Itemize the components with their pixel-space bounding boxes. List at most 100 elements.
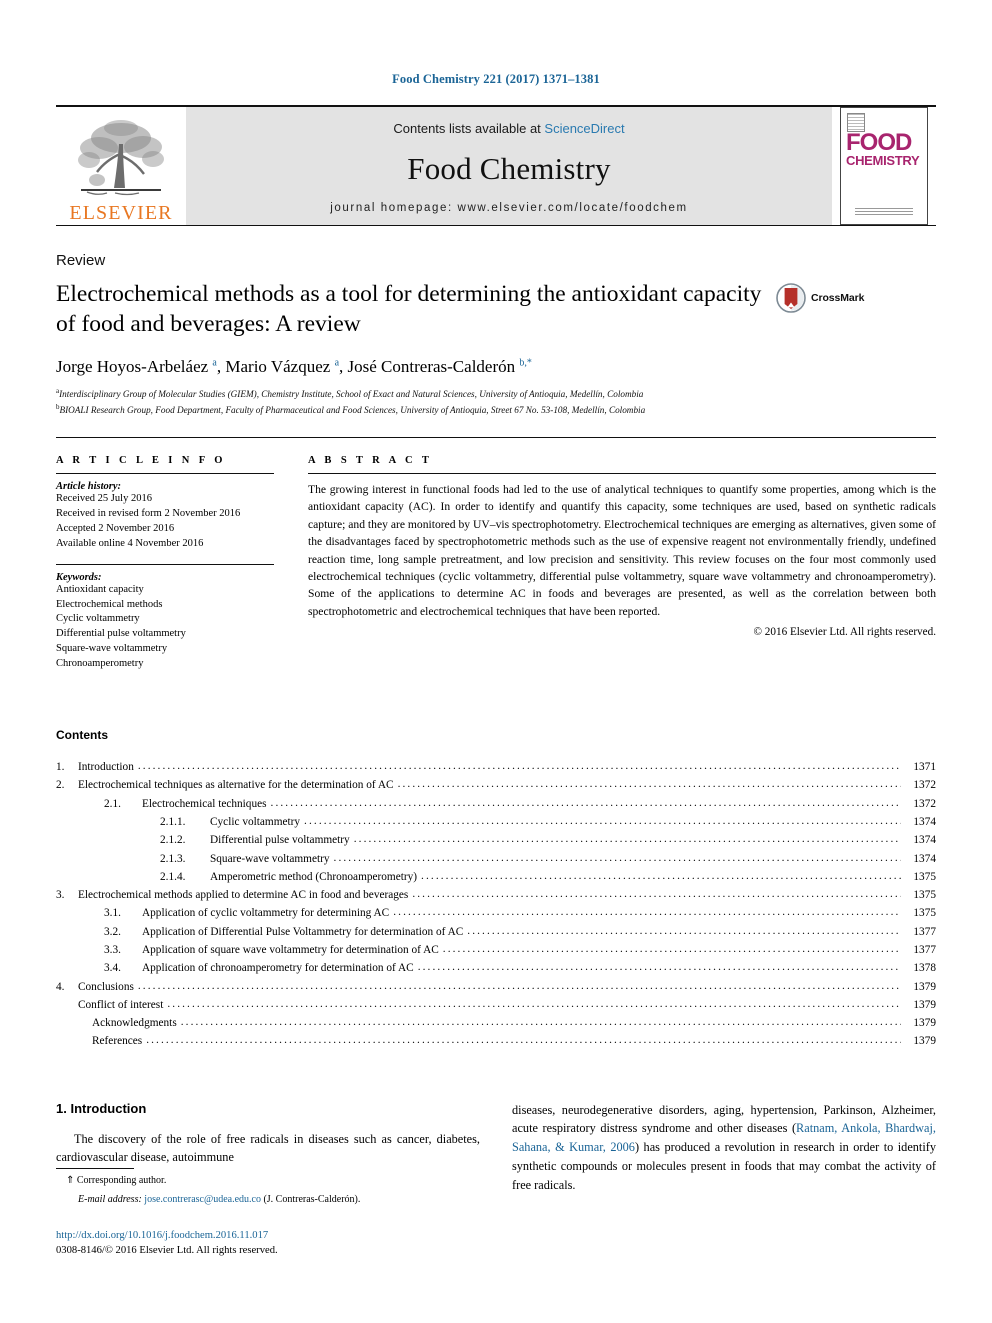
toc-entry-page: 1374 bbox=[913, 815, 936, 828]
doi-link[interactable]: http://dx.doi.org/10.1016/j.foodchem.201… bbox=[56, 1228, 556, 1243]
toc-entry[interactable]: 2.1.3. Square-wave voltammetry...........… bbox=[56, 850, 936, 868]
toc-entry-number: 4. bbox=[56, 980, 65, 993]
history-item: Received in revised form 2 November 2016 bbox=[56, 507, 241, 519]
running-head: Food Chemistry 221 (2017) 1371–1381 bbox=[392, 72, 600, 86]
cover-title-line2: CHEMISTRY bbox=[846, 153, 920, 168]
toc-entry[interactable]: 2.1.2. Differential pulse voltammetry....… bbox=[56, 831, 936, 849]
journal-title: Food Chemistry bbox=[407, 151, 611, 186]
journal-banner: ELSEVIER Contents lists available at Sci… bbox=[56, 107, 936, 225]
toc-entry-number: 2.1.3. bbox=[160, 852, 186, 865]
footnote-rule bbox=[56, 1168, 134, 1169]
toc-entry[interactable]: 3.3. Application of square wave voltammet… bbox=[56, 941, 936, 959]
toc-entry-page: 1379 bbox=[913, 998, 936, 1011]
toc-entry-number: 2.1.4. bbox=[160, 870, 186, 883]
elsevier-tree-icon bbox=[78, 120, 164, 196]
corresponding-author-label: Corresponding author. bbox=[76, 1175, 167, 1186]
abstract-rule bbox=[308, 472, 936, 474]
email-link[interactable]: jose.contrerasc@udea.edu.co bbox=[144, 1194, 261, 1205]
info-section-rule bbox=[56, 436, 936, 438]
toc-entry-label: Application of Differential Pulse Voltam… bbox=[142, 925, 464, 938]
toc-entry[interactable]: References..............................… bbox=[56, 1032, 936, 1050]
keyword-item: Cyclic voltammetry bbox=[56, 613, 140, 625]
keyword-item: Differential pulse voltammetry bbox=[56, 628, 186, 640]
toc-entry[interactable]: 2.1. Electrochemical techniques..........… bbox=[56, 795, 936, 813]
toc-entry-page: 1379 bbox=[913, 980, 936, 993]
toc-entry[interactable]: 1. Introduction..........................… bbox=[56, 758, 936, 776]
toc-entry[interactable]: 2.1.4. Amperometric method (Chronoamperom… bbox=[56, 868, 936, 886]
toc-entry-page: 1372 bbox=[913, 797, 936, 810]
email-label: E-mail address: bbox=[78, 1194, 142, 1205]
crossmark-icon bbox=[776, 283, 806, 313]
toc-entry-label: Application of chronoamperometry for det… bbox=[142, 962, 414, 975]
toc-entry-label: Acknowledgments bbox=[92, 1017, 177, 1030]
history-item: Accepted 2 November 2016 bbox=[56, 522, 175, 534]
toc-leader-dots: ........................................… bbox=[353, 833, 901, 846]
email-line: E-mail address: jose.contrerasc@udea.edu… bbox=[56, 1192, 476, 1207]
toc-entry-page: 1375 bbox=[913, 870, 936, 883]
toc-leader-dots: ........................................… bbox=[270, 796, 901, 809]
corresponding-author-marker: ⇑ bbox=[66, 1175, 75, 1186]
toc-leader-dots: ........................................… bbox=[393, 906, 901, 919]
toc-entry[interactable]: Conflict of interest....................… bbox=[56, 996, 936, 1014]
abstract-copyright: © 2016 Elsevier Ltd. All rights reserved… bbox=[753, 626, 937, 639]
contents-available-line: Contents lists available at ScienceDirec… bbox=[393, 121, 624, 136]
toc-entry-page: 1374 bbox=[913, 834, 936, 847]
history-item: Received 25 July 2016 bbox=[56, 492, 152, 504]
banner-bottom-rule bbox=[56, 225, 936, 226]
toc-entry-page: 1377 bbox=[913, 925, 936, 938]
article-page: Food Chemistry 221 (2017) 1371–1381 ELSE… bbox=[0, 0, 992, 1323]
sciencedirect-link[interactable]: ScienceDirect bbox=[544, 121, 624, 136]
toc-leader-dots: ........................................… bbox=[137, 979, 901, 992]
affiliation-a: aInterdisciplinary Group of Molecular St… bbox=[56, 386, 936, 401]
toc-entry[interactable]: 3. Electrochemical methods applied to det… bbox=[56, 886, 936, 904]
cover-footer-text bbox=[855, 208, 913, 216]
toc-entry[interactable]: Acknowledgments.........................… bbox=[56, 1014, 936, 1032]
toc-entry-label: Conflict of interest bbox=[78, 998, 164, 1011]
journal-cover-thumbnail: FOOD CHEMISTRY bbox=[832, 107, 936, 225]
toc-leader-dots: ........................................… bbox=[467, 924, 901, 937]
toc-entry-label: Square-wave voltammetry bbox=[210, 852, 330, 865]
keyword-item: Antioxidant capacity bbox=[56, 583, 144, 595]
toc-entry[interactable]: 4. Conclusions...........................… bbox=[56, 978, 936, 996]
introduction-heading: 1. Introduction bbox=[56, 1100, 147, 1116]
article-info-column: A R T I C L E I N F O Article history: R… bbox=[56, 455, 308, 672]
toc-entry[interactable]: 3.4. Application of chronoamperometry for… bbox=[56, 959, 936, 977]
toc-entry[interactable]: 3.2. Application of Differential Pulse Vo… bbox=[56, 923, 936, 941]
toc-entry-label: Application of square wave voltammetry f… bbox=[142, 944, 439, 956]
page-title: Electrochemical methods as a tool for de… bbox=[56, 281, 762, 338]
toc-entry[interactable]: 2. Electrochemical techniques as alternat… bbox=[56, 776, 936, 794]
keyword-item: Chronoamperometry bbox=[56, 658, 144, 670]
elsevier-wordmark: ELSEVIER bbox=[69, 202, 173, 224]
toc-entry-label: Introduction bbox=[78, 761, 134, 774]
toc-leader-dots: ........................................… bbox=[304, 814, 901, 827]
contents-prefix: Contents lists available at bbox=[393, 121, 545, 136]
toc-entry[interactable]: 3.1. Application of cyclic voltammetry fo… bbox=[56, 904, 936, 922]
article-history-title: Article history: bbox=[56, 480, 122, 492]
toc-leader-dots: ........................................… bbox=[417, 961, 901, 974]
toc-entry-number: 3.1. bbox=[104, 907, 121, 920]
toc-entry-label: Electrochemical techniques as alternativ… bbox=[78, 779, 394, 792]
toc-leader-dots: ........................................… bbox=[397, 778, 901, 791]
toc-entry-number: 3.2. bbox=[104, 925, 121, 938]
affiliations: aInterdisciplinary Group of Molecular St… bbox=[56, 386, 936, 417]
toc-entry-page: 1375 bbox=[913, 907, 936, 920]
toc-entry-number: 3. bbox=[56, 889, 65, 902]
toc-entry-label: Electrochemical techniques bbox=[142, 797, 267, 810]
introduction-paragraph-left: The discovery of the role of free radica… bbox=[56, 1130, 480, 1167]
toc-entry-number: 1. bbox=[56, 761, 65, 774]
abstract-heading: A B S T R A C T bbox=[308, 454, 433, 466]
journal-homepage-link[interactable]: journal homepage: www.elsevier.com/locat… bbox=[330, 202, 687, 214]
toc-entry[interactable]: 2.1.1. Cyclic voltammetry................… bbox=[56, 813, 936, 831]
toc-entry-page: 1372 bbox=[913, 779, 936, 792]
contents-heading: Contents bbox=[56, 728, 108, 743]
affiliation-b: bBIOALI Research Group, Food Department,… bbox=[56, 402, 936, 417]
toc-entry-number: 3.3. bbox=[104, 944, 121, 956]
footnote-block: ⇑ Corresponding author. E-mail address: … bbox=[56, 1168, 476, 1207]
doi-block: http://dx.doi.org/10.1016/j.foodchem.201… bbox=[56, 1228, 556, 1259]
keyword-item: Square-wave voltammetry bbox=[56, 643, 168, 655]
crossmark-badge[interactable]: CrossMark bbox=[776, 283, 864, 313]
toc-entry-label: Amperometric method (Chronoamperometry) bbox=[210, 870, 418, 883]
article-info-rule bbox=[56, 472, 274, 474]
article-info-heading: A R T I C L E I N F O bbox=[56, 454, 226, 466]
toc-entry-number: 3.4. bbox=[104, 962, 121, 975]
